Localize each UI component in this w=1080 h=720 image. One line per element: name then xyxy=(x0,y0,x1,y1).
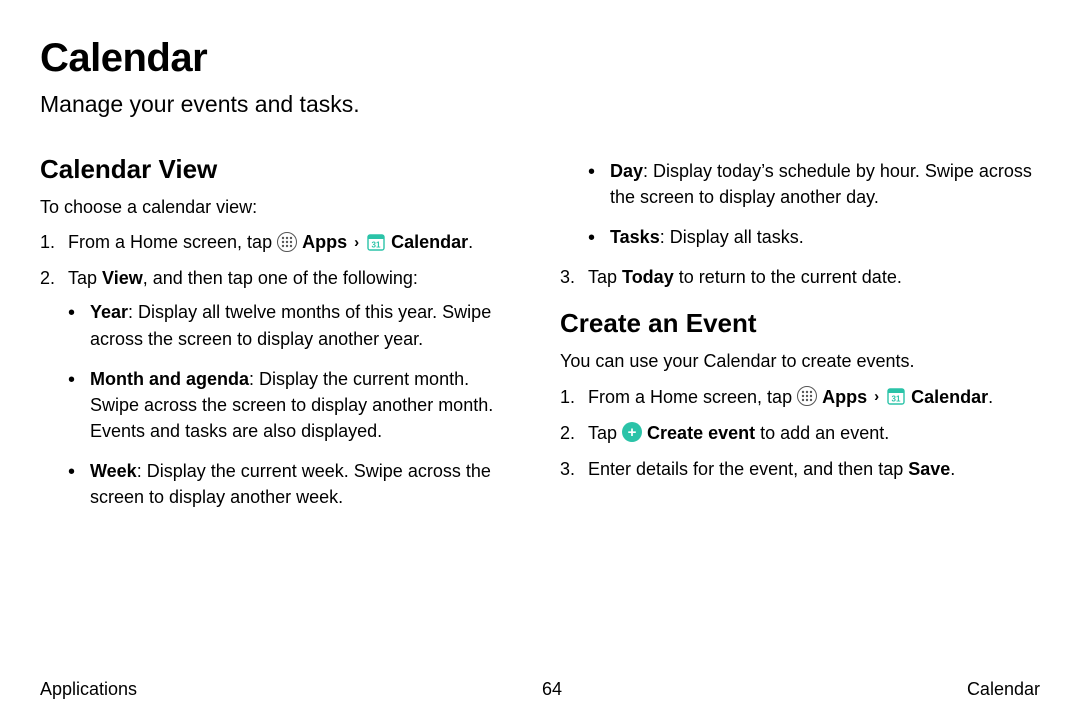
day-label: Day xyxy=(610,161,643,181)
year-text: : Display all twelve months of this year… xyxy=(90,302,491,348)
cstep1-pre: From a Home screen, tap xyxy=(588,387,797,407)
cstep3-bold: Save xyxy=(908,459,950,479)
footer-right: Calendar xyxy=(967,679,1040,700)
column-left: Calendar View To choose a calendar view:… xyxy=(40,150,520,524)
step3-bold: Today xyxy=(622,267,674,287)
cstep3-pre: Enter details for the event, and then ta… xyxy=(588,459,908,479)
chevron-right-icon: › xyxy=(354,232,359,254)
step-1: From a Home screen, tap Apps › 31 Calend… xyxy=(40,229,520,255)
step-2: Tap View, and then tap one of the follow… xyxy=(40,265,520,510)
cstep2-post: to add an event. xyxy=(755,423,889,443)
view-options-continued: Day: Display today’s schedule by hour. S… xyxy=(588,158,1040,250)
calendar-icon: 31 xyxy=(366,232,386,252)
heading-calendar-view: Calendar View xyxy=(40,154,520,185)
apps-icon xyxy=(797,386,817,406)
option-year: Year: Display all twelve months of this … xyxy=(68,299,520,351)
intro-create-event: You can use your Calendar to create even… xyxy=(560,349,1040,373)
footer-left: Applications xyxy=(40,679,137,700)
apps-label: Apps xyxy=(822,387,867,407)
page-title: Calendar xyxy=(40,36,1040,81)
day-text: : Display today’s schedule by hour. Swip… xyxy=(610,161,1032,207)
apps-label: Apps xyxy=(302,232,347,252)
step2-pre: Tap xyxy=(68,268,102,288)
intro-calendar-view: To choose a calendar view: xyxy=(40,195,520,219)
create-step-2: Tap + Create event to add an event. xyxy=(560,420,1040,446)
cstep2-pre: Tap xyxy=(588,423,622,443)
week-text: : Display the current week. Swipe across… xyxy=(90,461,491,507)
option-tasks: Tasks: Display all tasks. xyxy=(588,224,1040,250)
cstep2-bold: Create event xyxy=(647,423,755,443)
tasks-text: : Display all tasks. xyxy=(660,227,804,247)
option-day: Day: Display today’s schedule by hour. S… xyxy=(588,158,1040,210)
steps-calendar-view-cont: Tap Today to return to the current date. xyxy=(560,264,1040,290)
page-subtitle: Manage your events and tasks. xyxy=(40,91,1040,118)
view-options: Year: Display all twelve months of this … xyxy=(68,299,520,510)
apps-icon xyxy=(277,232,297,252)
week-label: Week xyxy=(90,461,137,481)
create-step-1: From a Home screen, tap Apps › 31 Calend… xyxy=(560,384,1040,410)
year-label: Year xyxy=(90,302,128,322)
cstep1-post: . xyxy=(988,387,993,407)
step2-post: , and then tap one of the following: xyxy=(143,268,418,288)
step-3: Tap Today to return to the current date. xyxy=(560,264,1040,290)
option-month: Month and agenda: Display the current mo… xyxy=(68,366,520,444)
plus-icon: + xyxy=(622,422,642,442)
steps-calendar-view: From a Home screen, tap Apps › 31 Calend… xyxy=(40,229,520,510)
column-right: Day: Display today’s schedule by hour. S… xyxy=(560,150,1040,524)
step1-post: . xyxy=(468,232,473,252)
step1-pre: From a Home screen, tap xyxy=(68,232,277,252)
page-footer: Applications 64 Calendar xyxy=(40,679,1040,700)
option-week: Week: Display the current week. Swipe ac… xyxy=(68,458,520,510)
chevron-right-icon: › xyxy=(874,386,879,408)
calendar-icon: 31 xyxy=(886,386,906,406)
content-columns: Calendar View To choose a calendar view:… xyxy=(40,150,1040,524)
calendar-icon-day: 31 xyxy=(892,394,901,403)
calendar-label: Calendar xyxy=(911,387,988,407)
step3-pre: Tap xyxy=(588,267,622,287)
calendar-icon-day: 31 xyxy=(372,240,381,249)
month-label: Month and agenda xyxy=(90,369,249,389)
calendar-label: Calendar xyxy=(391,232,468,252)
footer-page-number: 64 xyxy=(542,679,562,700)
create-step-3: Enter details for the event, and then ta… xyxy=(560,456,1040,482)
heading-create-event: Create an Event xyxy=(560,308,1040,339)
tasks-label: Tasks xyxy=(610,227,660,247)
steps-create-event: From a Home screen, tap Apps › 31 Calend… xyxy=(560,384,1040,482)
cstep3-post: . xyxy=(950,459,955,479)
step3-post: to return to the current date. xyxy=(674,267,902,287)
step2-bold: View xyxy=(102,268,143,288)
